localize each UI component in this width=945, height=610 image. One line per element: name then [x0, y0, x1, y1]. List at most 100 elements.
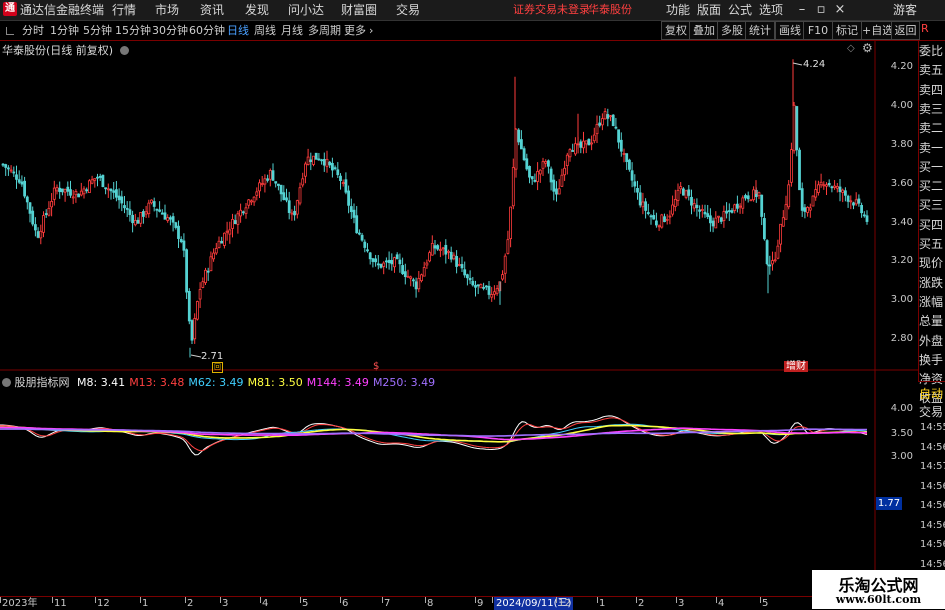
candle-body: [565, 154, 569, 166]
add-watchlist-button[interactable]: +自选: [861, 21, 893, 40]
biaoji-button[interactable]: 标记: [832, 21, 862, 40]
restore-icon[interactable]: ▫: [812, 0, 830, 20]
quote-item[interactable]: 卖四: [919, 81, 945, 100]
quote-item[interactable]: 卖二: [919, 119, 945, 138]
candle-body: [760, 194, 764, 217]
period-monthly[interactable]: 月线: [281, 21, 303, 40]
minimize-icon[interactable]: –: [793, 0, 811, 20]
quote-item[interactable]: 卖五: [919, 61, 945, 80]
event-marker-icon[interactable]: 回: [212, 362, 223, 373]
candle-body: [74, 190, 78, 196]
tongji-button[interactable]: 统计: [745, 21, 775, 40]
price-tick: 2.80: [890, 333, 913, 344]
candle-body: [663, 216, 666, 223]
more-chevron-icon[interactable]: ›: [369, 21, 373, 40]
quote-item[interactable]: 委比: [919, 42, 945, 61]
indicator-tick: 4.00: [890, 403, 913, 414]
f10-button[interactable]: F10: [803, 21, 833, 40]
candle-body: [204, 269, 207, 284]
duogu-button[interactable]: 多股: [717, 21, 747, 40]
cursor-value-badge: 1.77: [876, 497, 902, 510]
quote-item[interactable]: 买五: [919, 235, 945, 254]
dollar-marker[interactable]: $: [373, 361, 379, 372]
huaxian-button[interactable]: 画线: [775, 21, 805, 40]
candle-body: [533, 179, 537, 182]
period-1min[interactable]: 1分钟: [50, 21, 79, 40]
menu-gongneng[interactable]: 功能: [666, 0, 690, 20]
period-fenshi[interactable]: 分时: [22, 21, 44, 40]
quote-item[interactable]: 涨跌: [919, 274, 945, 293]
toolbar-grip-icon: [6, 27, 14, 35]
quote-item[interactable]: 涨幅: [919, 293, 945, 312]
diamond-icon[interactable]: ◇: [847, 43, 855, 54]
menu-faxian[interactable]: 发现: [245, 0, 269, 20]
candle-body: [465, 274, 469, 279]
candle-body: [722, 211, 726, 221]
candle-body: [258, 182, 261, 192]
login-notice[interactable]: 证券交易未登录: [513, 0, 590, 20]
candle-body: [468, 277, 472, 281]
settings-circle-icon[interactable]: [119, 46, 129, 55]
period-multi[interactable]: 多周期: [308, 21, 341, 40]
quote-item[interactable]: 卖三: [919, 100, 945, 119]
guest-label[interactable]: 游客: [893, 0, 917, 20]
period-15min[interactable]: 15分钟: [115, 21, 151, 40]
candle-body: [719, 217, 723, 222]
quote-item[interactable]: 总量: [919, 312, 945, 331]
candle-body: [436, 245, 440, 250]
quote-item[interactable]: 换手: [919, 351, 945, 370]
candle-body: [714, 217, 718, 229]
back-button[interactable]: 返回: [891, 21, 920, 40]
quote-item[interactable]: 买二: [919, 177, 945, 196]
auto-trade-label[interactable]: 自动: [919, 385, 945, 404]
menu-wenxiaoda[interactable]: 问小达: [288, 0, 324, 20]
candle-body: [630, 170, 634, 181]
candle-body: [430, 242, 434, 256]
diejia-button[interactable]: 叠加: [689, 21, 719, 40]
menu-xuanxiang[interactable]: 选项: [759, 0, 783, 20]
period-30min[interactable]: 30分钟: [152, 21, 188, 40]
candle-body: [636, 188, 639, 193]
period-60min[interactable]: 60分钟: [189, 21, 225, 40]
menu-shichang[interactable]: 市场: [155, 0, 179, 20]
menu-jiaoyi[interactable]: 交易: [396, 0, 420, 20]
quote-item[interactable]: 买四: [919, 216, 945, 235]
candle-body: [682, 188, 685, 196]
candle-body: [228, 229, 232, 235]
candle-body: [144, 211, 148, 215]
menu-banmian[interactable]: 版面: [697, 0, 721, 20]
app-logo-icon: 通: [3, 2, 17, 16]
menu-zixun[interactable]: 资讯: [200, 0, 224, 20]
menu-hangqing[interactable]: 行情: [112, 0, 136, 20]
gear-icon[interactable]: ⚙: [862, 41, 873, 55]
indicator-toggle-icon[interactable]: [2, 378, 11, 387]
candle-body: [690, 196, 693, 206]
candle-body: [773, 259, 777, 262]
candle-body: [503, 255, 507, 274]
quote-item[interactable]: 卖一: [919, 139, 945, 158]
date-label: 7: [384, 598, 391, 609]
close-icon[interactable]: ×: [831, 0, 849, 20]
candle-body: [819, 181, 823, 186]
date-tick: [760, 597, 761, 603]
high-annotation-line: [792, 62, 803, 66]
quote-item[interactable]: 买三: [919, 196, 945, 215]
candle-body: [322, 159, 326, 166]
trade-label[interactable]: 交易: [919, 403, 945, 422]
quote-item[interactable]: 现价: [919, 254, 945, 273]
quote-item[interactable]: 买一: [919, 158, 945, 177]
candle-body: [147, 202, 151, 215]
period-more[interactable]: 更多: [344, 21, 366, 40]
menu-gongshi[interactable]: 公式: [728, 0, 752, 20]
zengcai-marker[interactable]: 增财: [784, 361, 808, 372]
candle-body: [476, 284, 480, 287]
menu-caifuquan[interactable]: 财富圈: [341, 0, 377, 20]
kline-chart-area[interactable]: [0, 41, 918, 596]
period-5min[interactable]: 5分钟: [83, 21, 112, 40]
fuquan-button[interactable]: 复权: [661, 21, 691, 40]
candle-body: [560, 174, 564, 187]
candle-body: [115, 189, 118, 198]
period-weekly[interactable]: 周线: [254, 21, 276, 40]
quote-item[interactable]: 外盘: [919, 332, 945, 351]
period-daily[interactable]: 日线: [227, 21, 249, 40]
